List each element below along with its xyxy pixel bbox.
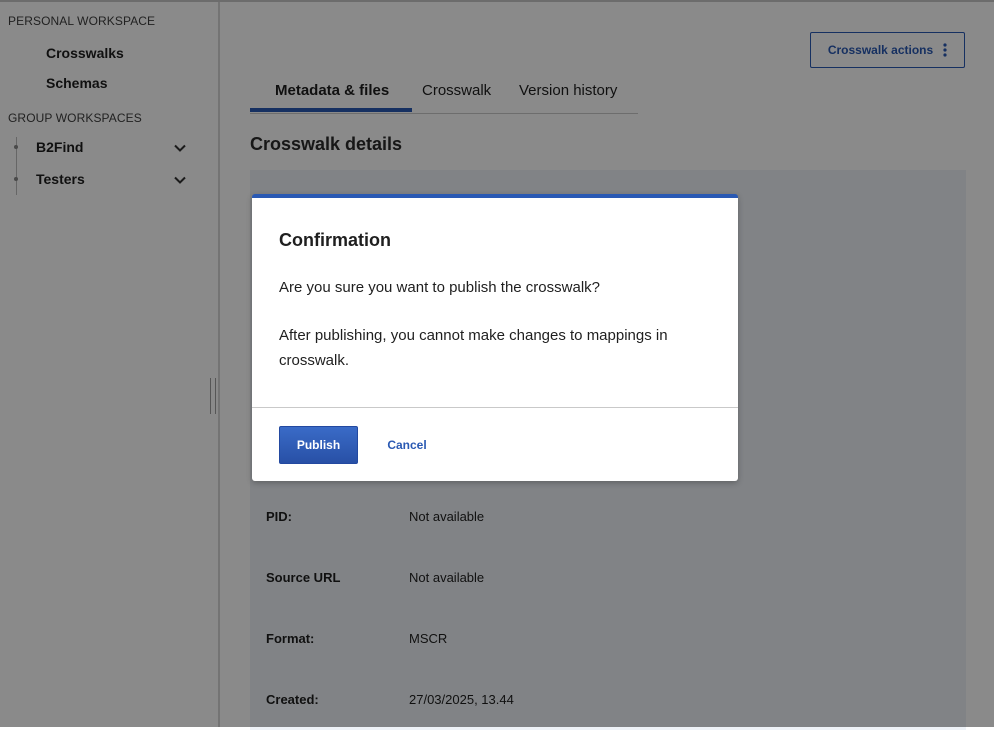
dialog-title: Confirmation [279,230,391,250]
dialog-question: Are you sure you want to publish the cro… [279,279,600,296]
cancel-button[interactable]: Cancel [374,426,440,464]
dialog-note: After publishing, you cannot make change… [279,327,668,369]
dialog-divider [252,407,738,408]
publish-button[interactable]: Publish [279,426,358,464]
confirmation-dialog: Confirmation Are you sure you want to pu… [252,194,738,481]
